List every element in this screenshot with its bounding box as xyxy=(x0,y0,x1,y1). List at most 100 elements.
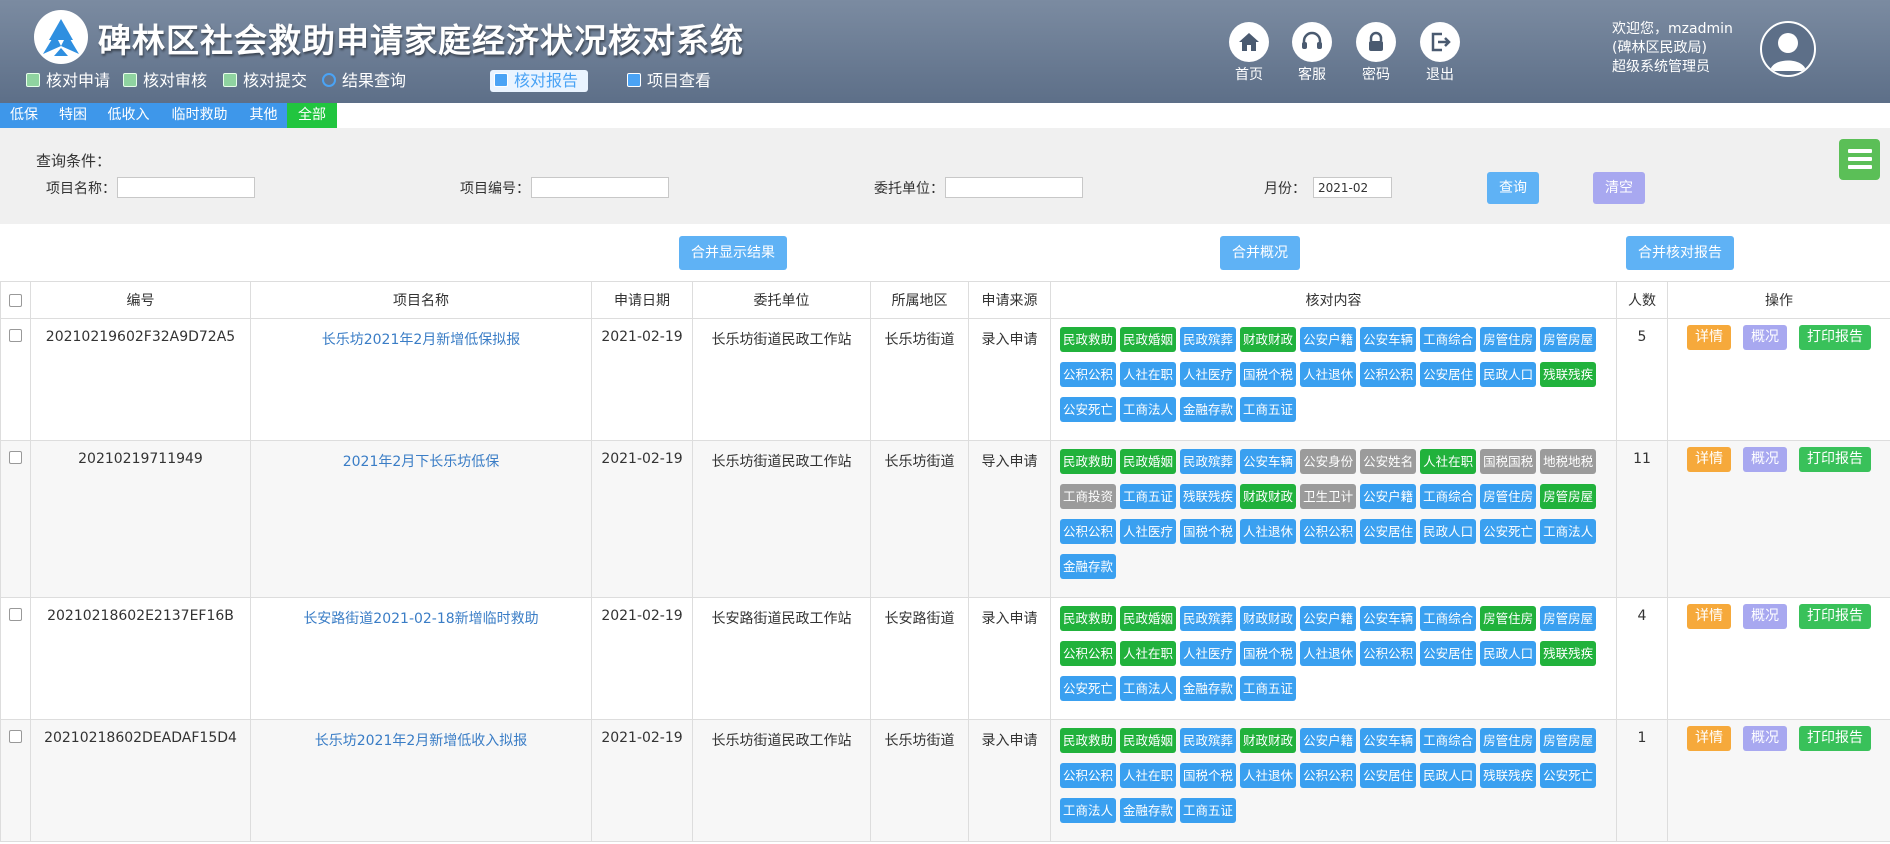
row-select-cell xyxy=(0,440,31,598)
col-header: 核对内容 xyxy=(1050,281,1617,319)
check-item-tag: 金融存款 xyxy=(1060,554,1117,579)
row-checkbox[interactable] xyxy=(9,608,22,621)
check-item-tag: 财政财政 xyxy=(1240,484,1297,509)
check-item-tag: 公安户籍 xyxy=(1300,606,1357,631)
check-item-tag: 公安死亡 xyxy=(1060,676,1117,701)
print-report-button[interactable]: 打印报告 xyxy=(1799,325,1871,350)
avatar[interactable] xyxy=(1760,21,1816,77)
check-item-tag: 工商投资 xyxy=(1060,484,1117,509)
detail-button[interactable]: 详情 xyxy=(1687,325,1731,350)
home-button[interactable]: 首页 xyxy=(1219,22,1279,84)
project-link[interactable]: 2021年2月下长乐坊低保 xyxy=(343,454,500,470)
print-report-button[interactable]: 打印报告 xyxy=(1799,447,1871,472)
document-icon xyxy=(123,73,137,87)
cell-id: 20210218602E2137EF16B xyxy=(30,597,251,720)
cell-check-items: 民政救助 民政婚姻 民政殡葬 财政财政 公安户籍 公安车辆 工商综合 房管住房 房管房屋公积公积… xyxy=(1050,318,1617,441)
table-header-row: 编号 项目名称 申请日期 委托单位 所属地区 申请来源 核对内容 人数 操作 xyxy=(0,281,1890,319)
cell-date: 2021-02-19 xyxy=(591,597,693,720)
cell-name: 2021年2月下长乐坊低保 xyxy=(250,440,592,598)
overview-button[interactable]: 概况 xyxy=(1743,604,1787,629)
cell-unit: 长乐坊街道民政工作站 xyxy=(692,318,871,441)
unit-input[interactable] xyxy=(945,177,1083,198)
logout-icon xyxy=(1420,22,1460,62)
detail-button[interactable]: 详情 xyxy=(1687,604,1731,629)
check-item-tag: 人社退休 xyxy=(1240,763,1297,788)
cell-check-items: 民政救助 民政婚姻 民政殡葬 财政财政 公安户籍 公安车辆 工商综合 房管住房 房管房屋公积公积… xyxy=(1050,719,1617,842)
tab-dibao[interactable]: 低保 xyxy=(0,103,48,128)
cell-name: 长乐坊2021年2月新增低收入拟报 xyxy=(250,719,592,842)
project-link[interactable]: 长安路街道2021-02-18新增临时救助 xyxy=(303,611,538,627)
cell-unit: 长乐坊街道民政工作站 xyxy=(692,440,871,598)
check-item-tag: 公安居住 xyxy=(1360,763,1417,788)
logout-button[interactable]: 退出 xyxy=(1410,22,1470,84)
merge-report-button[interactable]: 合并核对报告 xyxy=(1626,236,1734,270)
check-item-tag: 公安居住 xyxy=(1420,362,1477,387)
cell-region: 长乐坊街道 xyxy=(870,440,969,598)
home-icon xyxy=(1229,22,1269,62)
check-item-tag: 金融存款 xyxy=(1120,798,1177,823)
tab-all[interactable]: 全部 xyxy=(287,103,337,128)
app-header: 碑林区社会救助申请家庭经济状况核对系统 核对申请 核对审核 核对提交 结果查询 … xyxy=(0,0,1890,103)
nav-submit[interactable]: 核对提交 xyxy=(219,70,317,92)
project-link[interactable]: 长乐坊2021年2月新增低收入拟报 xyxy=(315,733,528,749)
print-report-button[interactable]: 打印报告 xyxy=(1799,726,1871,751)
nav-result-query[interactable]: 结果查询 xyxy=(318,70,416,92)
project-name-input[interactable] xyxy=(117,177,255,198)
cell-unit: 长安路街道民政工作站 xyxy=(692,597,871,720)
overview-button[interactable]: 概况 xyxy=(1743,447,1787,472)
cell-source: 导入申请 xyxy=(968,440,1051,598)
clear-button[interactable]: 清空 xyxy=(1593,172,1645,204)
check-item-tag: 人社医疗 xyxy=(1180,362,1237,387)
check-item-tag: 公安姓名 xyxy=(1360,449,1417,474)
check-item-tag: 国税个税 xyxy=(1180,763,1237,788)
check-item-tag: 残联残疾 xyxy=(1480,763,1537,788)
tab-low-income[interactable]: 低收入 xyxy=(98,103,159,128)
check-item-tag: 民政婚姻 xyxy=(1120,728,1177,753)
print-report-button[interactable]: 打印报告 xyxy=(1799,604,1871,629)
support-button[interactable]: 客服 xyxy=(1282,22,1342,84)
cell-id: 20210219711949 xyxy=(30,440,251,598)
cell-count: 1 xyxy=(1616,719,1668,842)
row-checkbox[interactable] xyxy=(9,730,22,743)
check-item-tag: 房管住房 xyxy=(1480,606,1537,631)
month-input[interactable] xyxy=(1313,177,1392,198)
check-item-tag: 公安身份 xyxy=(1300,449,1357,474)
overview-button[interactable]: 概况 xyxy=(1743,325,1787,350)
list-menu-icon[interactable] xyxy=(1839,139,1880,180)
cell-check-items: 民政救助 民政婚姻 民政殡葬 财政财政 公安户籍 公安车辆 工商综合 房管住房 房管房屋公积公积… xyxy=(1050,597,1617,720)
project-link[interactable]: 长乐坊2021年2月新增低保拟报 xyxy=(322,332,521,348)
nav-project-view[interactable]: 项目查看 xyxy=(623,70,721,92)
tab-tekun[interactable]: 特困 xyxy=(48,103,98,128)
check-item-tag: 公积公积 xyxy=(1060,362,1117,387)
check-item-tag: 国税国税 xyxy=(1480,449,1537,474)
overview-button[interactable]: 概况 xyxy=(1743,726,1787,751)
password-button[interactable]: 密码 xyxy=(1346,22,1406,84)
nav-review[interactable]: 核对审核 xyxy=(119,70,217,92)
nav-report[interactable]: 核对报告 xyxy=(490,70,589,92)
cell-source: 录入申请 xyxy=(968,719,1051,842)
nav-apply[interactable]: 核对申请 xyxy=(22,70,120,92)
check-item-tag: 国税个税 xyxy=(1180,519,1237,544)
row-checkbox[interactable] xyxy=(9,329,22,342)
cell-operations: 详情 概况 打印报告 xyxy=(1667,318,1890,441)
tab-other[interactable]: 其他 xyxy=(240,103,287,128)
col-header: 人数 xyxy=(1616,281,1668,319)
check-item-tag: 房管住房 xyxy=(1480,484,1537,509)
merge-overview-button[interactable]: 合并概况 xyxy=(1220,236,1300,270)
check-item-tag: 工商法人 xyxy=(1120,397,1177,422)
merge-results-button[interactable]: 合并显示结果 xyxy=(679,236,787,270)
check-item-tag: 公积公积 xyxy=(1360,362,1417,387)
report-table: 编号 项目名称 申请日期 委托单位 所属地区 申请来源 核对内容 人数 操作 2… xyxy=(0,281,1890,844)
check-item-tag: 地税地税 xyxy=(1540,449,1597,474)
select-all-checkbox[interactable] xyxy=(9,293,22,307)
query-button[interactable]: 查询 xyxy=(1487,172,1539,204)
cell-region: 长乐坊街道 xyxy=(870,318,969,441)
check-item-tag: 房管房屋 xyxy=(1540,606,1597,631)
col-header: 所属地区 xyxy=(870,281,969,319)
tab-temporary-aid[interactable]: 临时救助 xyxy=(159,103,240,128)
detail-button[interactable]: 详情 xyxy=(1687,447,1731,472)
detail-button[interactable]: 详情 xyxy=(1687,726,1731,751)
check-item-tag: 公安车辆 xyxy=(1360,606,1417,631)
project-no-input[interactable] xyxy=(531,177,669,198)
row-checkbox[interactable] xyxy=(9,451,22,464)
